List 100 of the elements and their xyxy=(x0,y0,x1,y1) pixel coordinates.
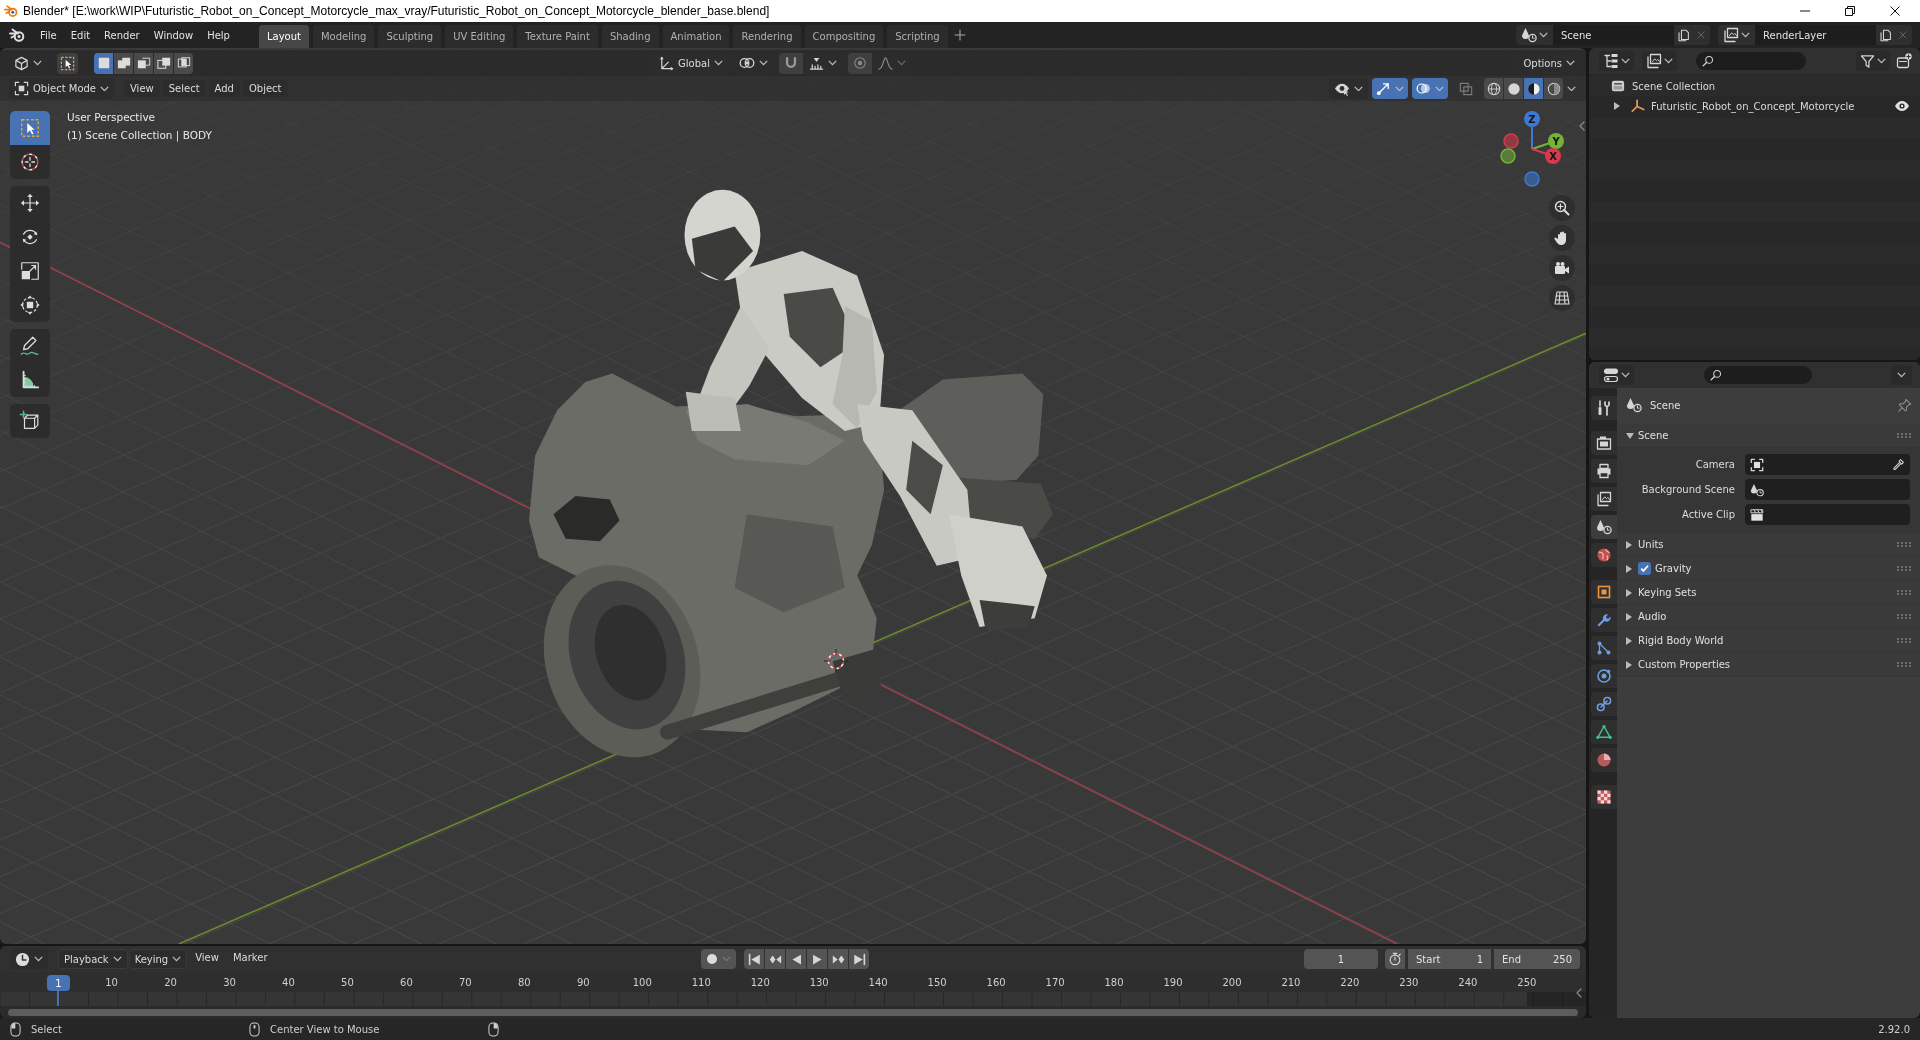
pin-icon[interactable] xyxy=(1898,398,1912,412)
disclosure-triangle-icon[interactable] xyxy=(1614,102,1620,110)
auto-keying-toggle[interactable] xyxy=(701,949,736,969)
play-icon[interactable] xyxy=(810,952,824,966)
properties-tab[interactable] xyxy=(1591,515,1617,539)
close-icon[interactable] xyxy=(1889,6,1900,16)
negative-y-axis-handle[interactable] xyxy=(1500,148,1516,164)
shading-mode-button[interactable] xyxy=(1524,78,1543,99)
menu-item[interactable]: View xyxy=(188,949,226,969)
add-workspace-icon[interactable] xyxy=(953,29,966,41)
view-layer-selector[interactable] xyxy=(1718,25,1755,45)
disclosure-triangle-icon[interactable] xyxy=(1626,588,1632,597)
eye-icon[interactable] xyxy=(1894,98,1910,114)
shading-mode-button[interactable] xyxy=(1484,78,1503,99)
active-tool-button[interactable] xyxy=(57,52,78,74)
overlay-toggle[interactable] xyxy=(1412,78,1448,99)
new-collection-icon[interactable] xyxy=(1896,53,1912,69)
negative-z-axis-handle[interactable] xyxy=(1524,171,1540,187)
select-mode-button[interactable] xyxy=(114,52,133,74)
shading-mode-button[interactable] xyxy=(1504,78,1523,99)
gizmo-toggle[interactable] xyxy=(1372,78,1408,99)
workspace-tab[interactable]: Texture Paint xyxy=(517,25,598,48)
jump-to-start-icon[interactable] xyxy=(747,952,761,966)
duplicate-icon[interactable] xyxy=(1676,28,1690,42)
drag-handle-icon[interactable] xyxy=(1897,566,1911,571)
visibility-dropdown[interactable] xyxy=(1329,78,1368,99)
drag-handle-icon[interactable] xyxy=(1897,590,1911,595)
start-frame-field[interactable]: Start 1 xyxy=(1408,949,1491,969)
workspace-tab[interactable]: Animation xyxy=(662,25,730,48)
properties-tab[interactable] xyxy=(1591,543,1617,567)
properties-tab[interactable] xyxy=(1591,459,1617,483)
3d-cursor-icon[interactable] xyxy=(823,648,849,674)
scene-field[interactable] xyxy=(1745,479,1910,500)
hand-icon[interactable] xyxy=(1549,225,1575,251)
drag-handle-icon[interactable] xyxy=(1897,638,1911,643)
menu-dropdown[interactable]: Keying xyxy=(128,949,188,969)
sidebar-toggle-icon[interactable] xyxy=(1579,121,1585,131)
menu-item[interactable]: Marker xyxy=(225,949,275,969)
menu-item[interactable]: Edit xyxy=(63,26,98,44)
disclosure-triangle-icon[interactable] xyxy=(1626,564,1632,573)
menu-item[interactable]: View xyxy=(124,80,160,97)
properties-tab[interactable] xyxy=(1591,487,1617,511)
drag-handle-icon[interactable] xyxy=(1897,662,1911,667)
dropdown-caret-icon[interactable] xyxy=(1897,372,1906,378)
workspace-tab[interactable]: Rendering xyxy=(733,25,801,48)
workspace-tab[interactable]: Scripting xyxy=(887,25,948,48)
menu-item[interactable]: Object xyxy=(242,80,288,97)
drag-handle-icon[interactable] xyxy=(1897,614,1911,619)
properties-tab[interactable] xyxy=(1591,396,1617,420)
menu-dropdown[interactable]: Playback xyxy=(58,949,128,969)
menu-item[interactable]: Window xyxy=(146,26,201,44)
menu-item[interactable]: Select xyxy=(162,80,206,97)
select-mode-button[interactable] xyxy=(134,52,153,74)
properties-tab[interactable] xyxy=(1591,608,1617,632)
workspace-tab[interactable]: Modeling xyxy=(312,25,375,48)
snap-toggle[interactable] xyxy=(778,52,803,74)
horizontal-scrollbar[interactable] xyxy=(8,1008,1578,1016)
properties-tab[interactable] xyxy=(1591,664,1617,688)
z-axis-handle[interactable]: Z xyxy=(1524,111,1540,150)
select-mode-button[interactable] xyxy=(94,52,113,74)
current-frame-field[interactable]: 1 xyxy=(1304,949,1378,969)
properties-tab[interactable] xyxy=(1591,692,1617,716)
shading-mode-button[interactable] xyxy=(1544,78,1563,99)
video-camera-icon[interactable] xyxy=(1549,255,1575,281)
eyedropper-icon[interactable] xyxy=(1892,458,1905,471)
filter-dropdown[interactable] xyxy=(1856,51,1890,71)
checkbox[interactable] xyxy=(1638,562,1651,575)
properties-tab[interactable] xyxy=(1591,431,1617,455)
properties-tab[interactable] xyxy=(1591,748,1617,772)
minimize-icon[interactable] xyxy=(1799,10,1810,12)
sidebar-toggle-icon[interactable] xyxy=(1576,988,1582,998)
disclosure-triangle-icon[interactable] xyxy=(1626,660,1632,669)
search-field[interactable] xyxy=(1696,52,1806,70)
workspace-tab[interactable]: UV Editing xyxy=(445,25,514,48)
jump-to-end-icon[interactable] xyxy=(852,952,866,966)
disclosure-triangle-icon[interactable] xyxy=(1626,636,1632,645)
properties-tab[interactable] xyxy=(1591,580,1617,604)
camera-field[interactable] xyxy=(1745,454,1910,475)
workspace-tab[interactable]: Layout xyxy=(258,25,309,48)
negative-x-axis-handle[interactable] xyxy=(1503,133,1519,149)
select-mode-button[interactable] xyxy=(174,52,193,74)
blender-menu-icon[interactable] xyxy=(9,27,25,43)
disclosure-triangle-icon[interactable] xyxy=(1626,540,1632,549)
proportional-editing-toggle[interactable] xyxy=(847,52,872,74)
scene-selector[interactable] xyxy=(1516,25,1553,45)
clip-field[interactable] xyxy=(1745,504,1910,525)
menu-item[interactable]: Help xyxy=(200,26,237,44)
end-frame-field[interactable]: End 250 xyxy=(1494,949,1580,969)
view-layer-name-field[interactable]: RenderLayer xyxy=(1755,25,1876,45)
stopwatch-icon[interactable] xyxy=(1388,952,1402,966)
mode-dropdown[interactable]: Object Mode xyxy=(9,78,114,99)
outliner-item[interactable]: Scene Collection xyxy=(1632,80,1716,92)
menu-item[interactable]: File xyxy=(33,26,64,44)
scene-name-field[interactable]: Scene xyxy=(1553,25,1674,45)
properties-tab[interactable] xyxy=(1591,720,1617,744)
duplicate-icon[interactable] xyxy=(1878,28,1892,42)
play-reverse-icon[interactable] xyxy=(789,952,803,966)
menu-item[interactable]: Render xyxy=(97,26,147,44)
view-layer-filter-dropdown[interactable] xyxy=(1642,51,1677,71)
editor-type-menu[interactable] xyxy=(1599,365,1634,385)
